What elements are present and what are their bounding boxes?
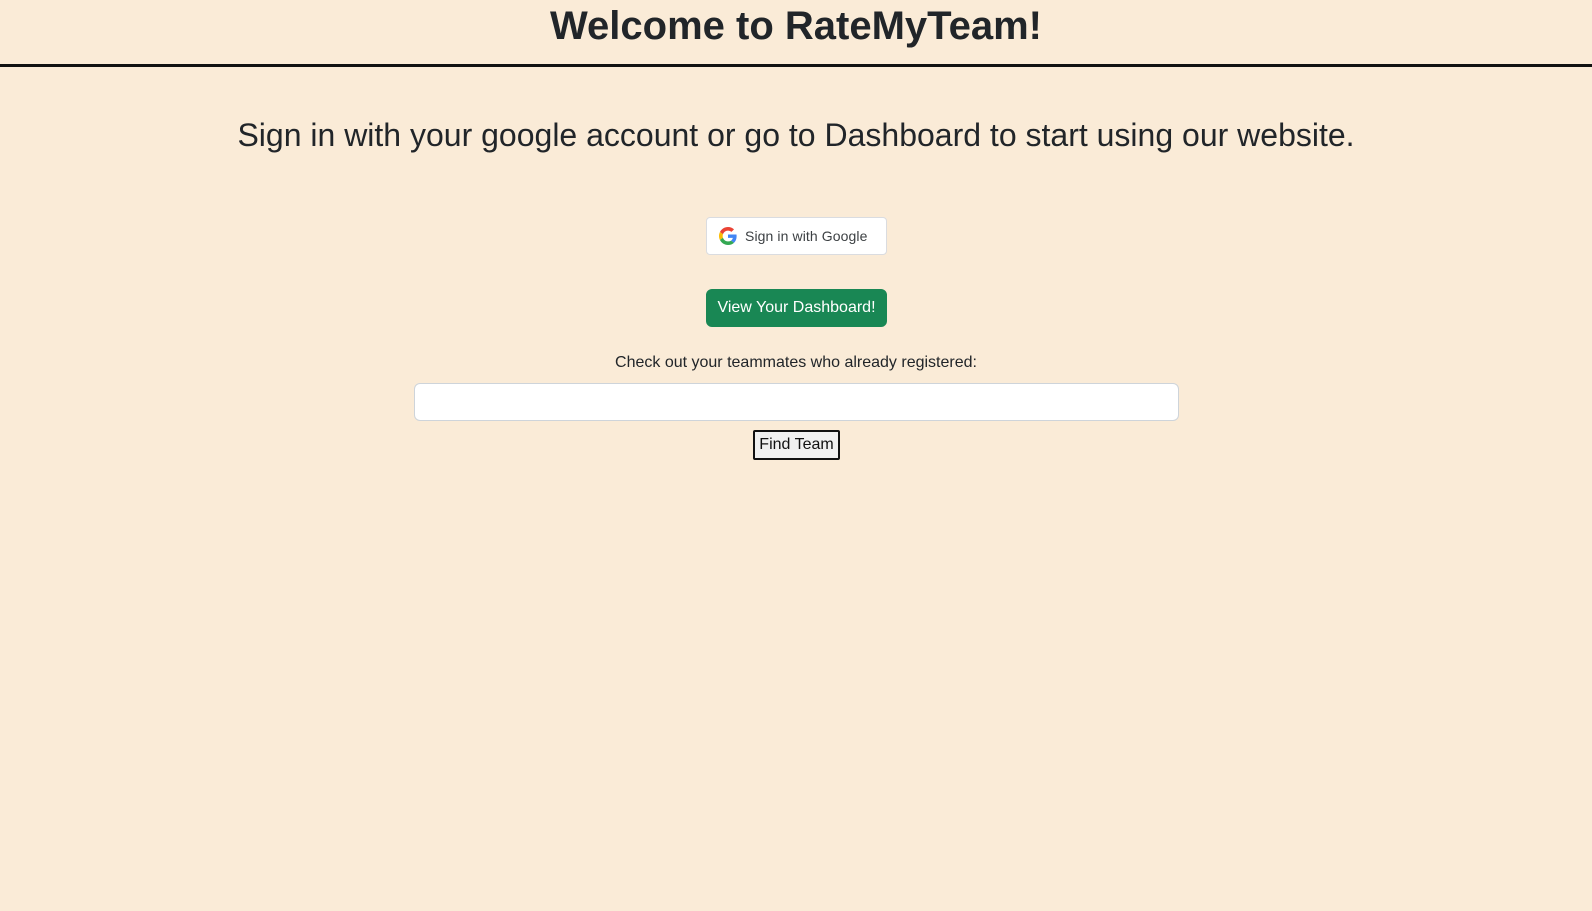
page-title: Welcome to RateMyTeam!	[550, 4, 1042, 48]
google-sign-in-label: Sign in with Google	[745, 228, 868, 244]
team-search-input[interactable]	[414, 383, 1179, 421]
view-dashboard-button[interactable]: View Your Dashboard!	[706, 289, 887, 327]
find-team-button[interactable]: Find Team	[753, 430, 840, 460]
subtitle: Sign in with your google account or go t…	[237, 117, 1355, 153]
google-g-icon	[719, 227, 737, 245]
google-sign-in-button[interactable]: Sign in with Google	[706, 217, 887, 255]
header: Welcome to RateMyTeam!	[0, 0, 1592, 67]
team-search-prompt: Check out your teammates who already reg…	[615, 354, 977, 371]
page: Welcome to RateMyTeam! Sign in with your…	[0, 0, 1592, 911]
